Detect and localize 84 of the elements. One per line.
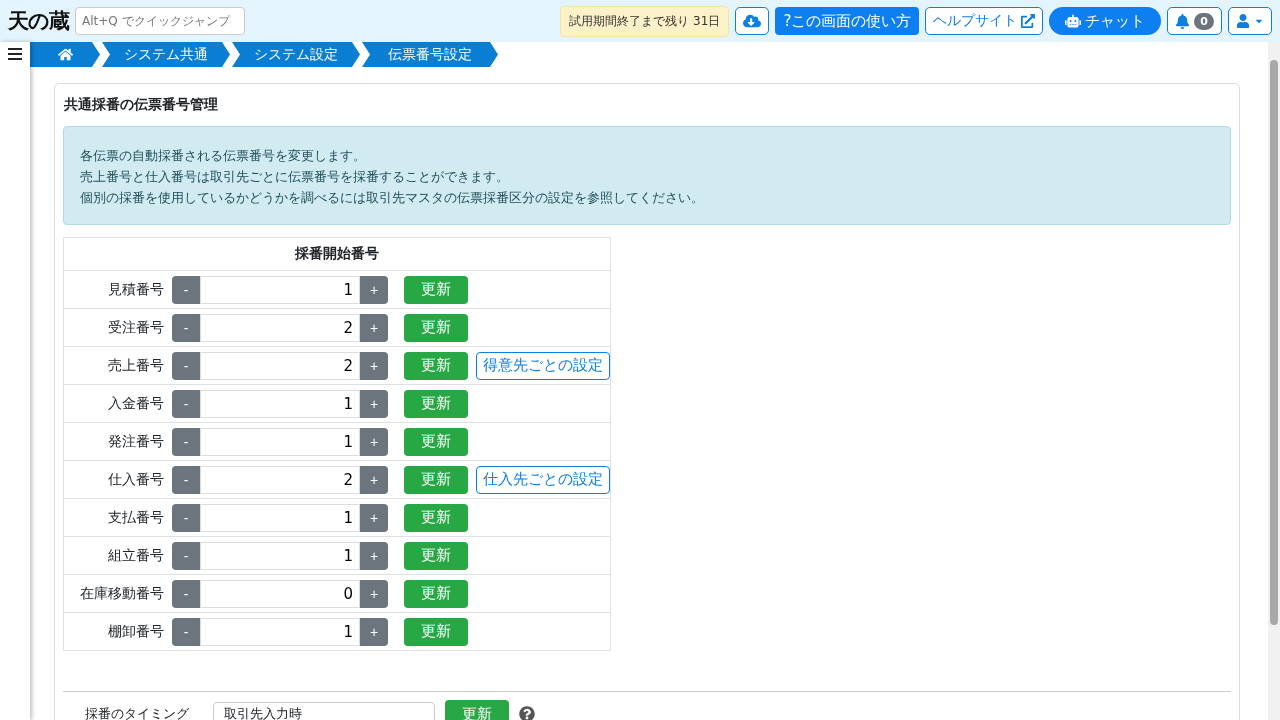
number-input[interactable]: 1	[200, 275, 360, 304]
decrement-button[interactable]: -	[172, 541, 200, 570]
number-input[interactable]: 1	[200, 389, 360, 418]
increment-button[interactable]: +	[360, 541, 388, 570]
decrement-button[interactable]: -	[172, 617, 200, 646]
increment-button[interactable]: +	[360, 503, 388, 532]
number-input[interactable]: 1	[200, 503, 360, 532]
row-label: 発注番号	[107, 432, 165, 451]
number-input[interactable]: 0	[200, 579, 360, 608]
update-button[interactable]: 更新	[404, 617, 468, 646]
decrement-button[interactable]: -	[172, 427, 200, 456]
update-button[interactable]: 更新	[404, 465, 468, 494]
decrement-button[interactable]: -	[172, 351, 200, 380]
increment-button[interactable]: +	[360, 275, 388, 304]
help-button[interactable]: ?この画面の使い方	[775, 7, 920, 35]
number-input[interactable]: 1	[200, 427, 360, 456]
notification-button[interactable]: 0	[1167, 7, 1222, 35]
update-button[interactable]: 更新	[404, 313, 468, 342]
increment-button[interactable]: +	[360, 617, 388, 646]
decrement-button[interactable]: -	[172, 579, 200, 608]
robot-icon	[1065, 13, 1082, 29]
help-site-link[interactable]: ヘルプサイト	[925, 7, 1044, 35]
decrement-button[interactable]: -	[172, 275, 200, 304]
info-text: 各伝票の自動採番される伝票番号を変更します。	[80, 147, 367, 165]
menu-icon[interactable]	[8, 48, 22, 60]
user-icon	[1236, 14, 1250, 28]
chat-button[interactable]: チャット	[1049, 7, 1162, 35]
timing-select[interactable]: 取引先入力時	[213, 702, 435, 720]
number-input[interactable]: 2	[200, 465, 360, 494]
table-header: 採番開始番号	[63, 237, 611, 271]
update-button[interactable]: 更新	[445, 700, 509, 720]
number-input[interactable]: 1	[200, 541, 360, 570]
card-title: 共通採番の伝票番号管理	[63, 96, 219, 114]
row-label: 棚卸番号	[107, 622, 165, 641]
download-button[interactable]	[735, 7, 770, 35]
search-field[interactable]: Alt+Q でクイックジャンプ	[75, 7, 245, 35]
external-link-icon	[1021, 14, 1036, 28]
increment-button[interactable]: +	[360, 427, 388, 456]
number-input[interactable]: 2	[200, 313, 360, 342]
update-button[interactable]: 更新	[404, 503, 468, 532]
increment-button[interactable]: +	[360, 351, 388, 380]
decrement-button[interactable]: -	[172, 389, 200, 418]
row-label: 見積番号	[107, 280, 165, 299]
update-button[interactable]: 更新	[404, 389, 468, 418]
timing-label: 採番のタイミング	[85, 705, 190, 720]
cloud-download-icon	[743, 12, 762, 30]
row-label: 受注番号	[107, 318, 165, 337]
settings-link-button[interactable]: 得意先ごとの設定	[476, 351, 610, 380]
row-label: 売上番号	[107, 356, 165, 375]
decrement-button[interactable]: -	[172, 503, 200, 532]
increment-button[interactable]: +	[360, 389, 388, 418]
scrollbar[interactable]	[1268, 42, 1280, 720]
row-label: 仕入番号	[107, 470, 165, 489]
increment-button[interactable]: +	[360, 465, 388, 494]
row-label: 組立番号	[107, 546, 165, 565]
update-button[interactable]: 更新	[404, 541, 468, 570]
update-button[interactable]: 更新	[404, 579, 468, 608]
user-menu-button[interactable]	[1228, 7, 1272, 35]
trial-badge: 試用期間終了まで残り 31日	[560, 5, 730, 37]
row-label: 入金番号	[107, 394, 165, 413]
row-label: 在庫移動番号	[79, 584, 165, 603]
increment-button[interactable]: +	[360, 313, 388, 342]
decrement-button[interactable]: -	[172, 313, 200, 342]
info-text: 個別の採番を使用しているかどうかを調べるには取引先マスタの伝票採番区分の設定を参照してください。	[80, 189, 705, 207]
home-breadcrumb[interactable]	[30, 42, 100, 67]
home-icon	[57, 47, 73, 62]
update-button[interactable]: 更新	[404, 351, 468, 380]
breadcrumb-item[interactable]: システム設定	[232, 42, 360, 67]
settings-link-button[interactable]: 仕入先ごとの設定	[476, 465, 610, 494]
number-input[interactable]: 1	[200, 617, 360, 646]
info-text: 売上番号と仕入番号は取引先ごとに伝票番号を採番することができます。	[80, 168, 510, 186]
breadcrumb-item[interactable]: 伝票番号設定	[362, 42, 498, 67]
scroll-thumb[interactable]	[1270, 60, 1278, 625]
row-label: 支払番号	[107, 508, 165, 527]
help-icon[interactable]	[519, 706, 535, 720]
breadcrumb-item[interactable]: システム共通	[102, 42, 230, 67]
update-button[interactable]: 更新	[404, 427, 468, 456]
bell-icon	[1175, 13, 1191, 29]
notification-count: 0	[1194, 12, 1214, 30]
increment-button[interactable]: +	[360, 579, 388, 608]
number-input[interactable]: 2	[200, 351, 360, 380]
decrement-button[interactable]: -	[172, 465, 200, 494]
app-logo[interactable]: 天の蔵	[8, 7, 69, 35]
update-button[interactable]: 更新	[404, 275, 468, 304]
